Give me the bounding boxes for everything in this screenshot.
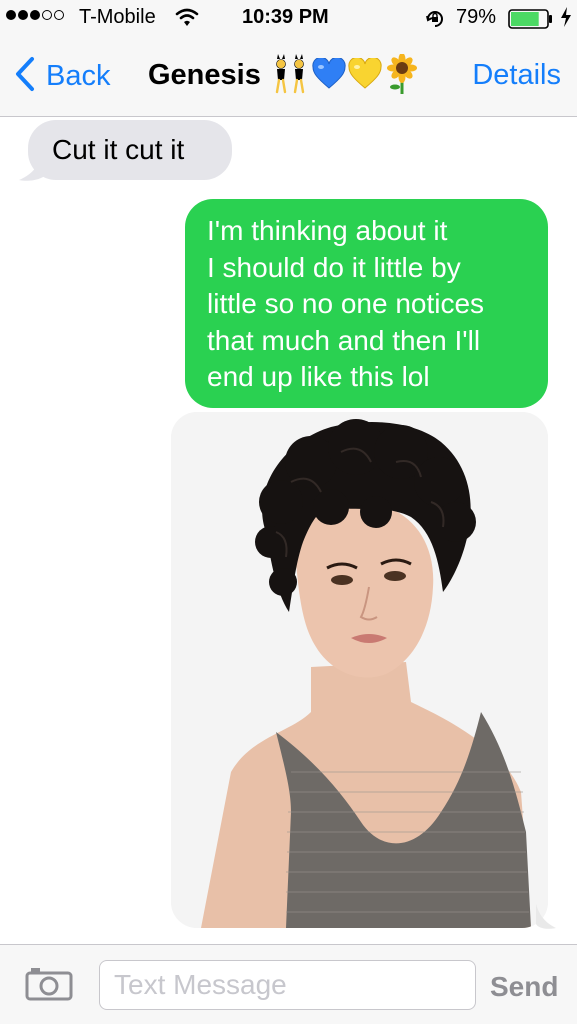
clock-time: 10:39 PM: [242, 6, 329, 28]
chevron-left-icon: [14, 56, 36, 97]
signal-dot: [42, 10, 52, 20]
contact-name: Genesis: [148, 59, 261, 91]
send-button[interactable]: Send: [490, 971, 558, 1003]
battery-percentage: 79%: [456, 6, 497, 28]
message-line: end up like this lol: [207, 361, 430, 392]
message-text-field[interactable]: Text Message: [99, 960, 476, 1010]
outgoing-message-bubble[interactable]: I'm thinking about it I should do it lit…: [185, 199, 548, 408]
outgoing-image-message[interactable]: [171, 412, 548, 928]
carrier-name: T-Mobile: [79, 6, 156, 28]
back-label: Back: [46, 60, 111, 92]
messages-screen: T-Mobile 10:39 PM 79% Back Genesis Detai…: [0, 0, 577, 1024]
details-button[interactable]: Details: [472, 59, 561, 92]
navigation-bar: Back Genesis Details: [0, 36, 577, 117]
signal-dot: [54, 10, 64, 20]
camera-icon[interactable]: [25, 967, 73, 1006]
sunflower-icon: [384, 53, 420, 99]
contact-name-emojis: [270, 53, 420, 99]
dancers-icon: [270, 54, 310, 99]
signal-dot: [30, 10, 40, 20]
message-line: I should do it little by: [207, 251, 461, 283]
woman-pixie-haircut-photo: [171, 412, 548, 928]
outgoing-bubble-tail: [536, 904, 556, 929]
charging-bolt-icon: [560, 7, 572, 33]
status-bar: T-Mobile 10:39 PM 79%: [0, 0, 577, 36]
incoming-message-bubble[interactable]: Cut it cut it: [28, 120, 232, 180]
signal-strength-icon: [6, 10, 64, 20]
blue-heart-icon: [312, 56, 346, 95]
incoming-bubble-tail: [19, 150, 47, 181]
message-line: that much and then I'll: [207, 324, 481, 356]
message-input-bar: Text Message Send: [0, 944, 577, 1024]
wifi-icon: [175, 7, 199, 33]
message-line: little so no one notices: [207, 288, 485, 319]
message-line: I'm thinking about it: [207, 215, 448, 246]
back-button[interactable]: Back: [14, 56, 110, 97]
signal-dot: [18, 10, 28, 20]
battery-icon: [508, 9, 554, 35]
signal-dot: [6, 10, 16, 20]
rotation-lock-icon: [424, 8, 446, 36]
yellow-heart-icon: [348, 56, 382, 95]
